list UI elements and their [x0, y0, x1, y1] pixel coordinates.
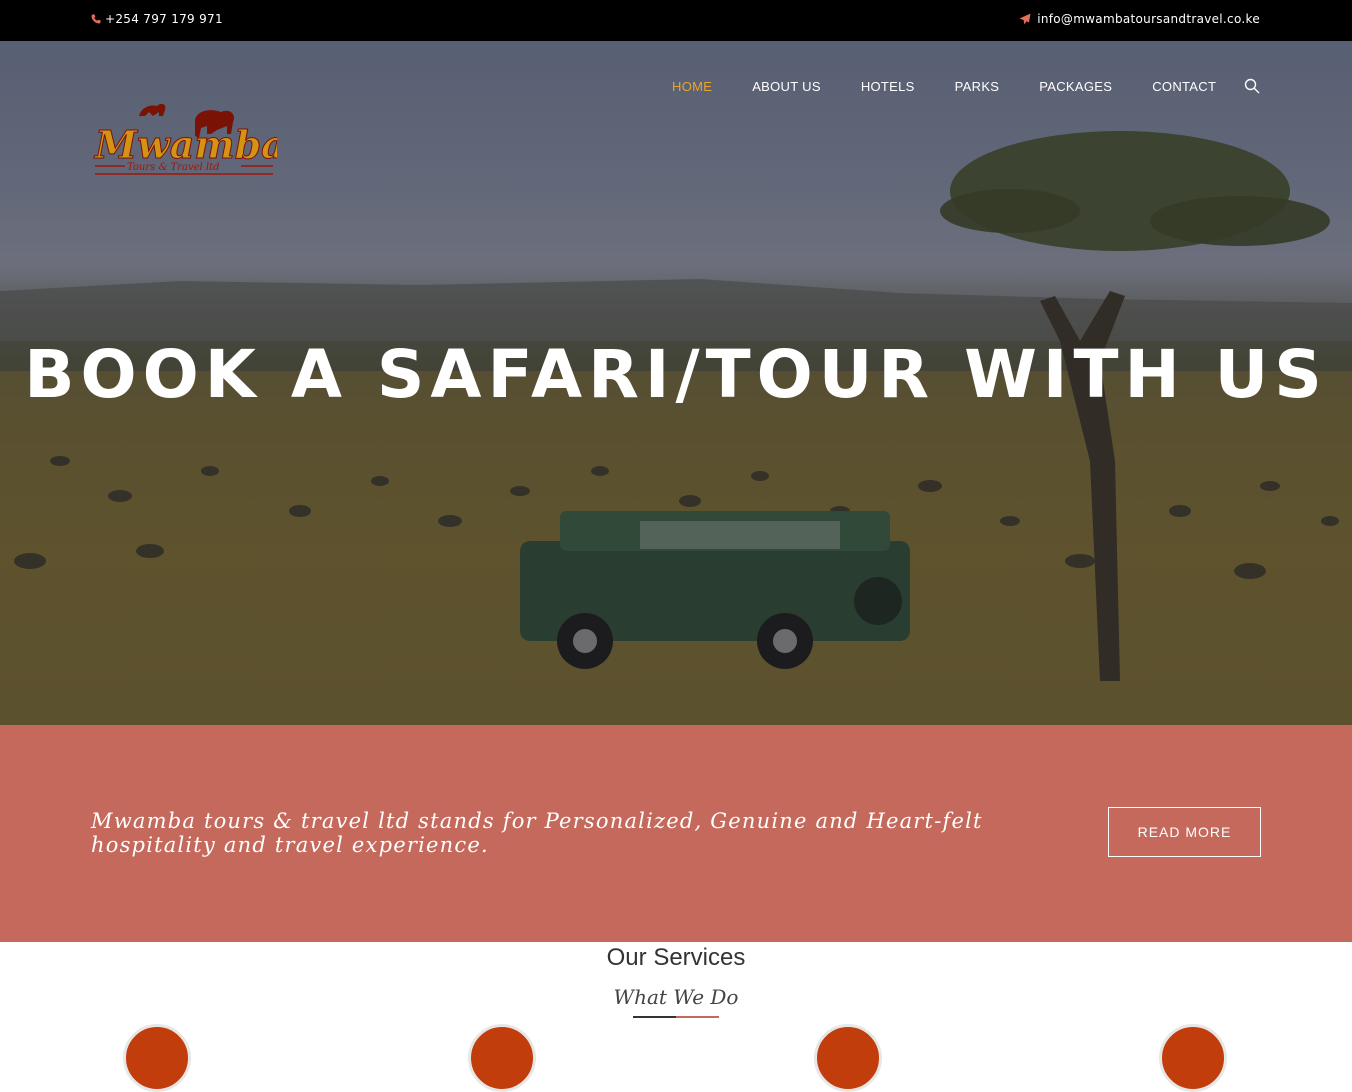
mwamba-logo[interactable]: Mwamba Tours & Travel ltd — [91, 100, 277, 180]
read-more-button[interactable]: READ MORE — [1108, 807, 1261, 857]
email-address: info@mwambatoursandtravel.co.ke — [1037, 12, 1260, 26]
service-icon-4[interactable] — [1159, 1024, 1227, 1092]
search-icon[interactable] — [1244, 78, 1260, 94]
phone-contact[interactable]: +254 797 179 971 — [91, 12, 223, 26]
services-title: Our Services — [606, 944, 746, 971]
service-icon-2[interactable] — [468, 1024, 536, 1092]
hero-title: BOOK A SAFARI/TOUR WITH US — [24, 336, 1328, 413]
service-icon-1[interactable] — [123, 1024, 191, 1092]
tagline-text: Mwamba tours & travel ltd stands for Per… — [91, 809, 983, 857]
nav-packages[interactable]: PACKAGES — [1039, 79, 1112, 94]
hero-banner: Mwamba Tours & Travel ltd HOME ABOUT US … — [0, 41, 1352, 725]
paper-plane-icon — [1019, 13, 1031, 25]
top-bar: +254 797 179 971 info@mwambatoursandtrav… — [0, 0, 1352, 41]
phone-icon — [91, 14, 101, 24]
email-contact[interactable]: info@mwambatoursandtravel.co.ke — [1019, 12, 1260, 26]
nav-home[interactable]: HOME — [672, 79, 712, 94]
main-nav: HOME ABOUT US HOTELS PARKS PACKAGES CONT… — [672, 78, 1260, 94]
section-divider — [633, 1016, 719, 1018]
nav-contact[interactable]: CONTACT — [1152, 79, 1216, 94]
nav-parks[interactable]: PARKS — [955, 79, 1000, 94]
nav-hotels[interactable]: HOTELS — [861, 79, 915, 94]
services-subtitle: What We Do — [613, 985, 739, 1009]
service-icon-3[interactable] — [814, 1024, 882, 1092]
logo-wordmark: Mwamba — [93, 122, 277, 167]
nav-about-us[interactable]: ABOUT US — [752, 79, 821, 94]
phone-number: +254 797 179 971 — [105, 12, 223, 26]
logo-subtext: Tours & Travel ltd — [127, 162, 220, 173]
tagline-band: Mwamba tours & travel ltd stands for Per… — [0, 725, 1352, 942]
